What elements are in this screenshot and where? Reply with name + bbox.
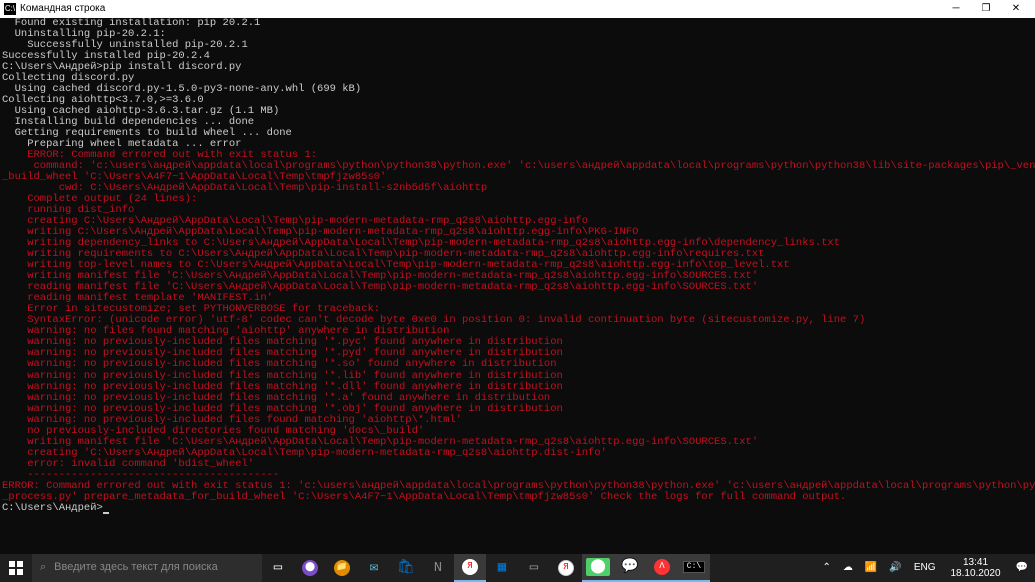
search-placeholder: Введите здесь текст для поиска	[54, 562, 218, 574]
terminal-line: warning: no previously-included files ma…	[2, 393, 1033, 404]
terminal-prompt[interactable]: C:\Users\Андрей>	[2, 503, 1033, 514]
close-button[interactable]: ✕	[1001, 0, 1031, 18]
taskbar-app-5[interactable]: N	[422, 554, 454, 582]
tray-language[interactable]: ENG	[911, 563, 939, 574]
search-input[interactable]: ⌕ Введите здесь текст для поиска	[32, 554, 262, 582]
terminal-line: C:\Users\Андрей>pip install discord.py	[2, 62, 1033, 73]
terminal-line: _process.py' prepare_metadata_for_build_…	[2, 492, 1033, 503]
terminal-line: warning: no previously-included files fo…	[2, 415, 1033, 426]
taskbar-app-3[interactable]: ✉	[358, 554, 390, 582]
taskbar-app-10[interactable]: ⬤	[582, 554, 614, 582]
taskbar-app-7[interactable]: ▦	[486, 554, 518, 582]
terminal-line: writing manifest file 'C:\Users\Андрей\A…	[2, 437, 1033, 448]
search-icon: ⌕	[40, 562, 46, 574]
tray-time: 13:41	[950, 557, 1000, 568]
terminal-line: error: invalid command 'bdist_wheel'	[2, 459, 1033, 470]
taskbar-app-discord[interactable]: 💬	[614, 554, 646, 582]
taskbar-app-9[interactable]: Я	[550, 554, 582, 582]
terminal-line: warning: no previously-included files ma…	[2, 382, 1033, 393]
minimize-button[interactable]: ─	[941, 0, 971, 18]
taskbar-app-yandex[interactable]: Я	[454, 554, 486, 582]
taskbar-app-8[interactable]: ▭	[518, 554, 550, 582]
window-title: Командная строка	[20, 4, 105, 15]
terminal-line: ----------------------------------------	[2, 470, 1033, 481]
tray-chevron-icon[interactable]: ⌃	[820, 563, 834, 574]
taskbar-app-cmd[interactable]: C:\	[678, 554, 710, 582]
taskbar-app-1[interactable]: ⬤	[294, 554, 326, 582]
system-tray: ⌃ ☁ 📶 🔊 ENG 13:41 18.10.2020 💬	[820, 554, 1035, 582]
terminal-output[interactable]: Found existing installation: pip 20.2.1 …	[0, 18, 1035, 514]
tray-volume-icon[interactable]: 🔊	[886, 563, 904, 574]
title-bar: C:\ Командная строка ─ ❐ ✕	[0, 0, 1035, 18]
tray-wifi-icon[interactable]: 📶	[862, 563, 880, 574]
terminal-line: warning: no previously-included files ma…	[2, 359, 1033, 370]
tray-notifications-icon[interactable]: 💬	[1013, 563, 1031, 574]
taskbar: ⌕ Введите здесь текст для поиска ▭ ⬤ 📁 ✉…	[0, 554, 1035, 582]
taskbar-app-12[interactable]: Λ	[646, 554, 678, 582]
tray-onedrive-icon[interactable]: ☁	[840, 563, 856, 574]
maximize-button[interactable]: ❐	[971, 0, 1001, 18]
terminal-line: creating 'C:\Users\Андрей\AppData\Local\…	[2, 448, 1033, 459]
tray-clock[interactable]: 13:41 18.10.2020	[944, 557, 1006, 579]
task-view-button[interactable]: ▭	[262, 554, 294, 582]
taskbar-app-2[interactable]: 📁	[326, 554, 358, 582]
terminal-line: Complete output (24 lines):	[2, 194, 1033, 205]
start-button[interactable]	[0, 554, 32, 582]
cursor	[103, 512, 109, 514]
tray-date: 18.10.2020	[950, 568, 1000, 579]
cmd-icon: C:\	[4, 3, 16, 15]
terminal-line: warning: no previously-included files ma…	[2, 404, 1033, 415]
terminal-line: no previously-included directories found…	[2, 426, 1033, 437]
taskbar-app-4[interactable]: 🛍	[390, 554, 422, 582]
window-controls: ─ ❐ ✕	[941, 0, 1031, 18]
terminal-line: warning: no previously-included files ma…	[2, 371, 1033, 382]
